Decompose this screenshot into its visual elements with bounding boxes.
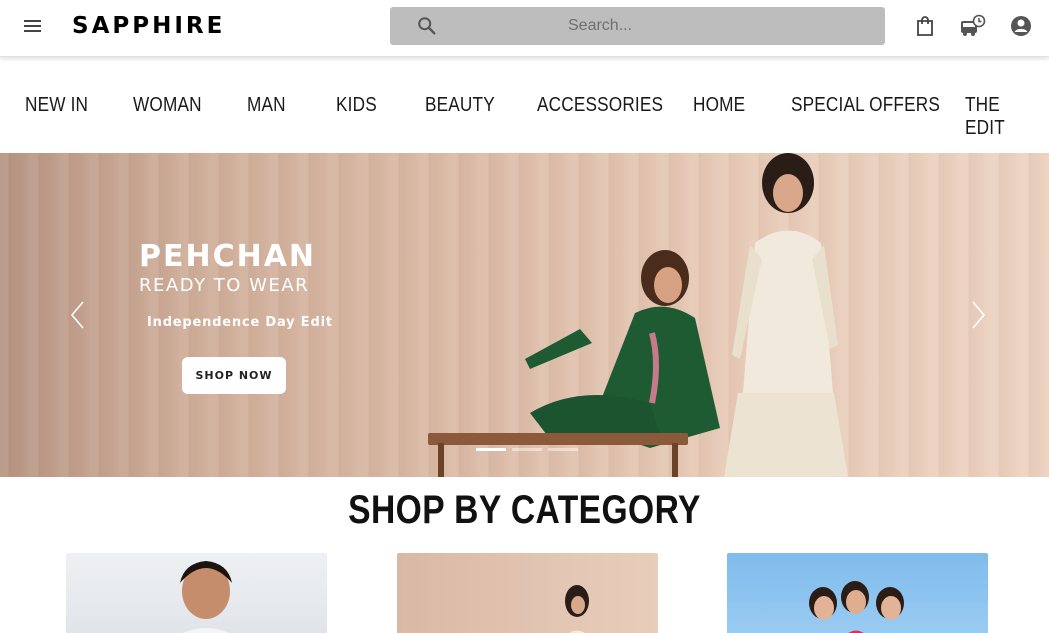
order-tracking-icon[interactable] — [959, 14, 987, 38]
hero-subtitle: READY TO WEAR — [139, 275, 310, 296]
search-input[interactable] — [450, 7, 870, 45]
hero-models-image — [525, 153, 848, 477]
man-category-image — [180, 561, 232, 633]
nav-item-home[interactable]: HOME — [693, 94, 745, 117]
category-card-woman[interactable] — [397, 553, 658, 633]
hero-bench — [428, 433, 688, 445]
nav-item-beauty[interactable]: BEAUTY — [425, 94, 495, 117]
carousel-dot-3[interactable] — [548, 448, 578, 451]
carousel-indicators — [476, 448, 578, 451]
hero-tagline: Independence Day Edit — [147, 315, 333, 330]
shop-now-button[interactable]: SHOP NOW — [182, 357, 286, 394]
main-navigation: NEW IN WOMAN MAN KIDS BEAUTY ACCESSORIES… — [0, 58, 1049, 153]
menu-icon[interactable] — [22, 16, 44, 38]
hero-banner[interactable]: PEHCHAN READY TO WEAR Independence Day E… — [0, 153, 1049, 477]
account-icon[interactable] — [1009, 14, 1033, 38]
category-card-man[interactable] — [66, 553, 327, 633]
search-bar[interactable] — [390, 7, 885, 45]
kids-category-image — [809, 581, 904, 633]
carousel-dot-2[interactable] — [512, 448, 542, 451]
category-section-title: SHOP BY CATEGORY — [348, 488, 701, 532]
hero-title: PEHCHAN — [139, 239, 317, 274]
site-logo[interactable]: SAPPHIRE — [72, 13, 225, 39]
nav-item-man[interactable]: MAN — [247, 94, 286, 117]
shopping-bag-icon[interactable] — [913, 14, 937, 38]
carousel-prev-icon[interactable] — [68, 300, 88, 330]
nav-item-special-offers[interactable]: SPECIAL OFFERS — [791, 94, 940, 117]
site-header: SAPPHIRE — [0, 0, 1049, 57]
nav-item-accessories[interactable]: ACCESSORIES — [537, 94, 663, 117]
category-card-kids[interactable] — [727, 553, 988, 633]
woman-category-image — [565, 585, 589, 633]
nav-item-the-edit[interactable]: THE EDIT — [965, 94, 1037, 140]
carousel-dot-1[interactable] — [476, 448, 506, 451]
nav-item-woman[interactable]: WOMAN — [133, 94, 202, 117]
carousel-next-icon[interactable] — [968, 300, 988, 330]
nav-item-new-in[interactable]: NEW IN — [25, 94, 88, 117]
search-icon[interactable] — [416, 15, 438, 37]
nav-item-kids[interactable]: KIDS — [336, 94, 377, 117]
hero-bench-leg — [672, 443, 678, 477]
hero-bench-leg — [438, 443, 444, 477]
